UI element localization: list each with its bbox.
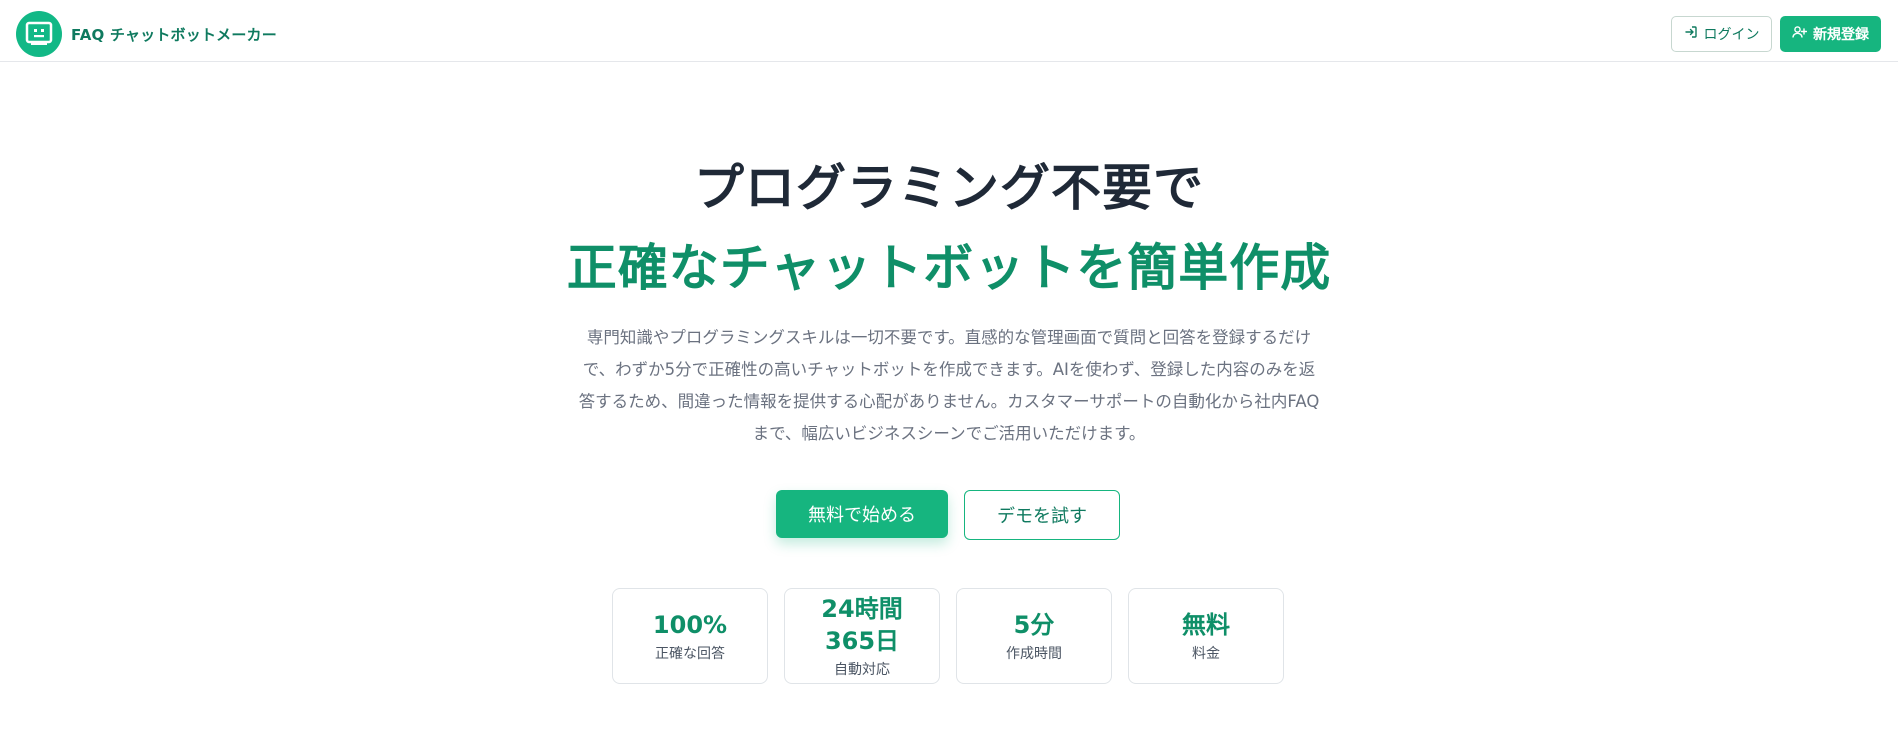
robot-logo-icon	[16, 11, 62, 57]
stat-label: 正確な回答	[655, 646, 725, 662]
stat-value: 24時間 365日	[821, 595, 903, 655]
brand[interactable]: FAQ チャットボットメーカー	[16, 11, 277, 57]
login-arrow-icon	[1684, 25, 1698, 43]
start-free-button[interactable]: 無料で始める	[776, 490, 948, 538]
hero-description: 専門知識やプログラミングスキルは一切不要です。直感的な管理画面で質問と回答を登録…	[578, 328, 1320, 443]
stat-value: 5分	[1013, 611, 1055, 639]
stat-card-availability: 24時間 365日 自動対応	[784, 588, 940, 684]
stat-value: 無料	[1182, 611, 1230, 639]
hero-title-line2: 正確なチャットボットを簡単作成	[566, 239, 1332, 297]
stat-label: 作成時間	[1006, 646, 1062, 662]
stat-label: 料金	[1192, 646, 1220, 662]
brand-name: FAQ チャットボットメーカー	[71, 25, 277, 44]
top-header: FAQ チャットボットメーカー ログイン 新規登録	[0, 0, 1898, 62]
register-label: 新規登録	[1813, 27, 1869, 43]
stat-card-build-time: 5分 作成時間	[956, 588, 1112, 684]
stat-card-price: 無料 料金	[1128, 588, 1284, 684]
stat-value: 100%	[652, 611, 728, 639]
hero-title-line1: プログラミング不要で	[694, 159, 1204, 217]
login-button[interactable]: ログイン	[1671, 16, 1772, 52]
try-demo-button[interactable]: デモを試す	[964, 490, 1120, 540]
login-label: ログイン	[1703, 27, 1760, 43]
register-button[interactable]: 新規登録	[1780, 16, 1881, 52]
stat-label: 自動対応	[834, 662, 890, 678]
stat-card-accuracy: 100% 正確な回答	[612, 588, 768, 684]
user-plus-icon	[1792, 25, 1808, 43]
